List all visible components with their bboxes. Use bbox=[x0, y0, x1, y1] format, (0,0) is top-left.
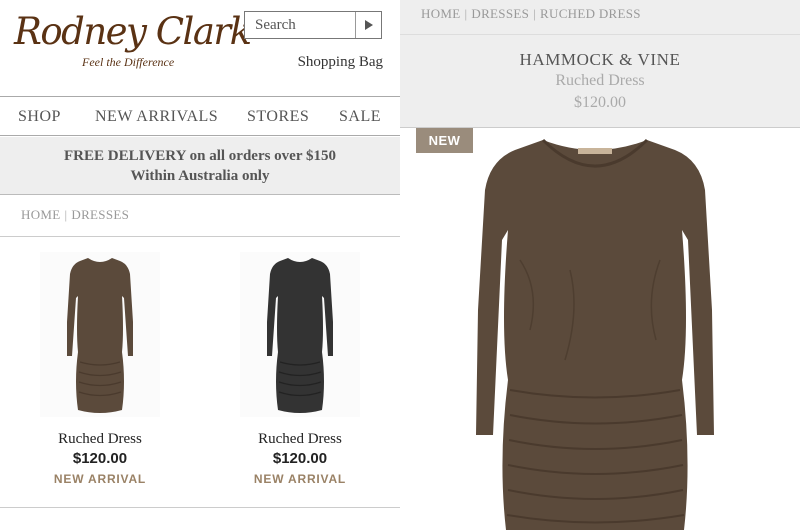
main-nav: SHOP NEW ARRIVALS STORES SALE bbox=[0, 96, 400, 136]
breadcrumb-ruched-dress: RUCHED DRESS bbox=[540, 6, 641, 21]
delivery-line-2: Within Australia only bbox=[130, 168, 270, 184]
nav-item-stores[interactable]: STORES bbox=[247, 97, 309, 135]
divider bbox=[0, 507, 400, 508]
logo-tagline: Feel the Difference bbox=[82, 55, 175, 69]
breadcrumb-separator: | bbox=[64, 207, 68, 222]
divider bbox=[400, 34, 800, 35]
search-box bbox=[244, 11, 382, 39]
delivery-line-1: FREE DELIVERY on all orders over $150 bbox=[64, 148, 336, 164]
product-price: $120.00 bbox=[72, 450, 128, 467]
breadcrumb-dresses[interactable]: DRESSES bbox=[471, 6, 529, 21]
product-title: Ruched Dress bbox=[555, 72, 645, 89]
product-main-image[interactable] bbox=[460, 130, 730, 530]
free-delivery-banner: FREE DELIVERY on all orders over $150 Wi… bbox=[0, 137, 400, 195]
logo[interactable]: Rodney Clark Feel the Difference bbox=[14, 10, 252, 74]
breadcrumb-separator: | bbox=[464, 6, 468, 21]
dress-image bbox=[476, 138, 714, 530]
nav-item-shop[interactable]: SHOP bbox=[18, 97, 61, 135]
product-price: $120.00 bbox=[272, 450, 328, 467]
new-badge: NEW bbox=[416, 128, 473, 153]
search-submit-button[interactable] bbox=[355, 12, 381, 38]
dress-image bbox=[267, 258, 333, 413]
breadcrumb-home[interactable]: HOME bbox=[21, 207, 60, 222]
breadcrumb: HOME | DRESSES bbox=[21, 207, 129, 223]
product-price: $120.00 bbox=[574, 94, 626, 111]
product-detail-header: HOME | DRESSES | RUCHED DRESS HAMMOCK & VINE… bbox=[400, 0, 800, 128]
breadcrumb-dresses[interactable]: DRESSES bbox=[71, 207, 129, 222]
breadcrumb-separator: | bbox=[533, 6, 537, 21]
product-card[interactable]: Ruched Dress $120.00 NEW ARRIVAL bbox=[0, 250, 200, 500]
product-list-panel: Rodney Clark Feel the Difference Shoppin… bbox=[0, 0, 400, 530]
logo-wordmark: Rodney Clark bbox=[14, 10, 252, 53]
nav-item-new-arrivals[interactable]: NEW ARRIVALS bbox=[95, 97, 218, 135]
product-image[interactable] bbox=[240, 252, 360, 417]
product-detail-panel: HOME | DRESSES | RUCHED DRESS HAMMOCK & VINE… bbox=[400, 0, 800, 530]
dress-image bbox=[67, 258, 133, 413]
product-card[interactable]: Ruched Dress $120.00 NEW ARRIVAL bbox=[200, 250, 400, 500]
breadcrumb: HOME | DRESSES | RUCHED DRESS bbox=[421, 6, 641, 22]
shopping-bag-link[interactable]: Shopping Bag bbox=[298, 54, 383, 71]
divider bbox=[0, 236, 400, 237]
product-image[interactable] bbox=[40, 252, 160, 417]
product-badge: NEW ARRIVAL bbox=[253, 472, 347, 486]
product-badge: NEW ARRIVAL bbox=[53, 472, 147, 486]
breadcrumb-home[interactable]: HOME bbox=[421, 6, 460, 21]
play-arrow-icon bbox=[364, 20, 373, 30]
search-input[interactable] bbox=[245, 12, 355, 38]
product-brand: HAMMOCK & VINE bbox=[519, 50, 681, 69]
product-name[interactable]: Ruched Dress bbox=[200, 431, 400, 448]
nav-item-sale[interactable]: SALE bbox=[339, 97, 381, 135]
product-name[interactable]: Ruched Dress bbox=[0, 431, 200, 448]
